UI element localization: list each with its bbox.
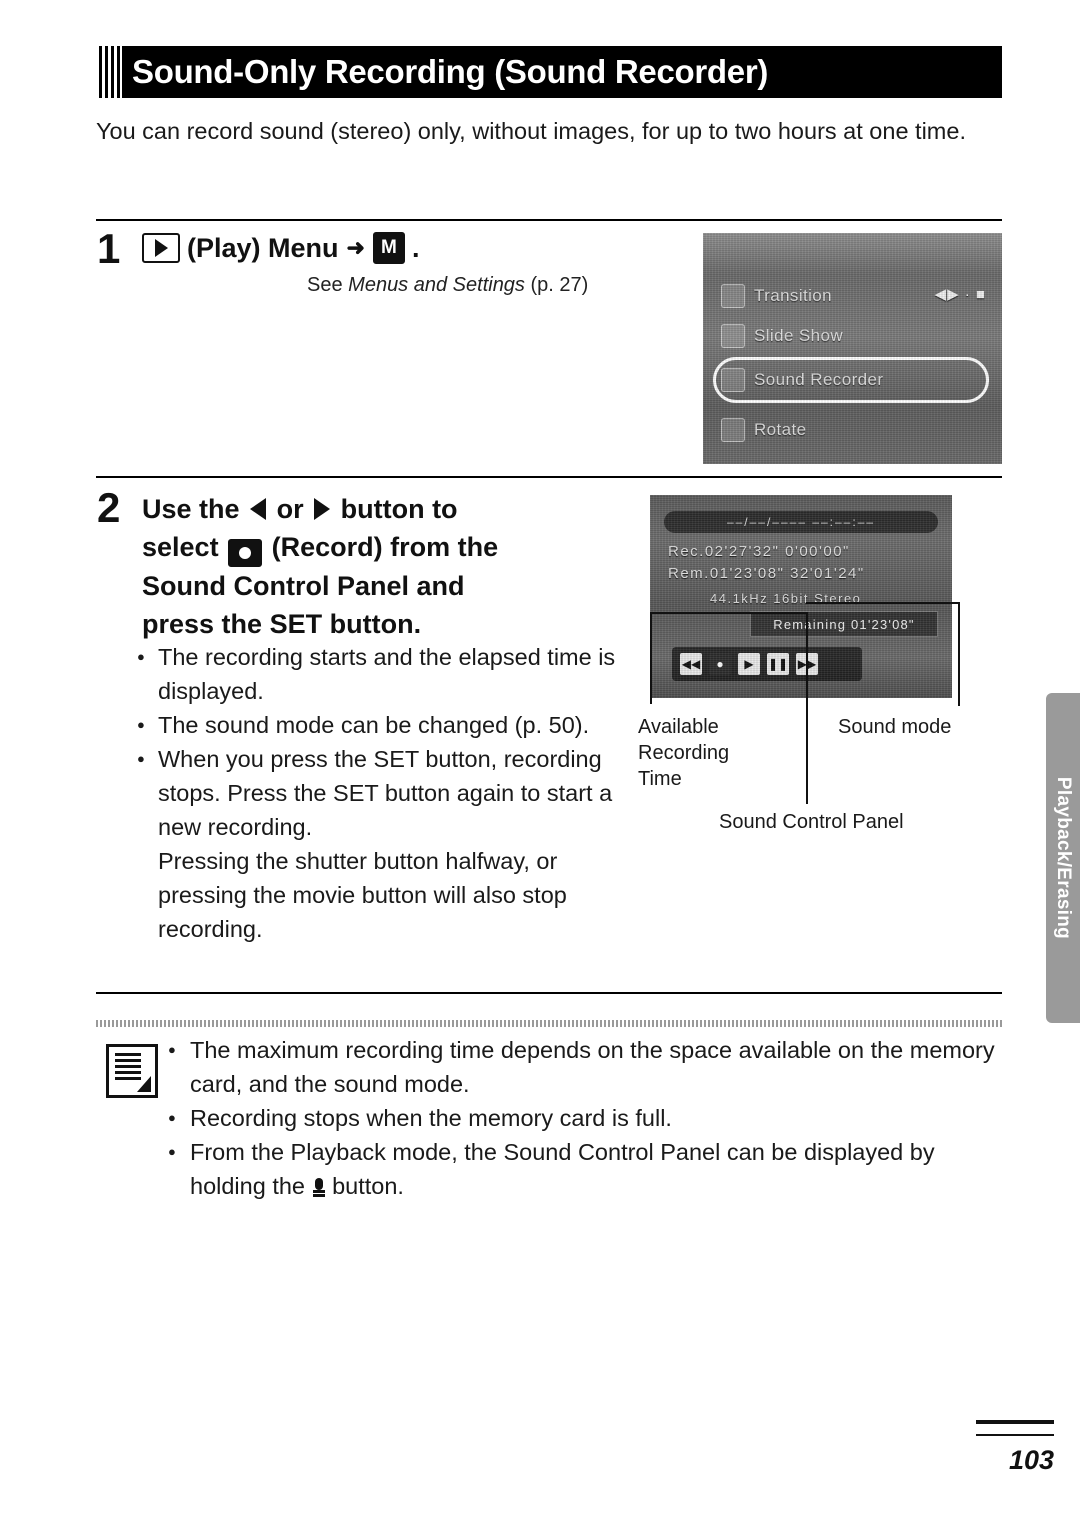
side-tab-label: Playback/Erasing bbox=[1053, 776, 1074, 940]
sound-control-panel-widget: ◀◀ ● ▶ ❚❚ ▶▶ bbox=[672, 647, 862, 681]
leader-line-sound-panel-horizontal bbox=[650, 612, 808, 614]
selection-highlight-ring bbox=[713, 357, 989, 403]
menu-icon: M bbox=[372, 232, 405, 264]
page-title-banner: Sound-Only Recording (Sound Recorder) bbox=[96, 46, 1002, 98]
note-item: Recording stops when the memory card is … bbox=[166, 1101, 1002, 1135]
previous-icon: ◀◀ bbox=[680, 653, 702, 675]
arrow-icon: ➜ bbox=[346, 235, 365, 260]
lcd-menu-row-label: Rotate bbox=[754, 420, 807, 439]
bullet-item: When you press the SET button, recording… bbox=[136, 742, 628, 844]
step-1-heading-period: . bbox=[411, 232, 420, 263]
leader-line-available-time bbox=[650, 612, 652, 704]
side-tab-playback-erasing: Playback/Erasing bbox=[1046, 693, 1080, 1023]
step-2-bullets: The recording starts and the elapsed tim… bbox=[136, 640, 628, 946]
lcd-menu-row: Rotate bbox=[721, 413, 807, 447]
hatched-divider bbox=[96, 1020, 1002, 1027]
step-2-line1-b: or bbox=[276, 494, 304, 524]
step-2-line2-a: select bbox=[142, 532, 219, 562]
notes-list: The maximum recording time depends on th… bbox=[166, 1033, 1002, 1203]
step-1-reference-suffix: (p. 27) bbox=[524, 274, 589, 296]
bullet-item: The sound mode can be changed (p. 50). bbox=[136, 708, 628, 742]
play-icon bbox=[142, 233, 180, 263]
step-1-heading: (Play) Menu ➜ M . bbox=[142, 232, 419, 264]
step-2-number: 2 bbox=[97, 484, 121, 531]
step-1-reference-prefix: See bbox=[307, 274, 349, 296]
step-2-line4-a: press the bbox=[142, 609, 263, 639]
lcd-recording-line-2: Rem.01'23'08" 32'01'24" bbox=[668, 565, 865, 582]
step-2-line4-b: SET bbox=[269, 609, 323, 639]
lcd-datetime-bar: ––/––/–––– ––:––:–– bbox=[664, 511, 938, 533]
lcd-menu-row: Transition bbox=[721, 279, 832, 313]
lcd-available-time-box: Remaining 01'23'08" bbox=[750, 611, 938, 637]
lcd-menu-screenshot: Transition ◀▶ · ■ Slide Show Sound Recor… bbox=[703, 233, 1002, 464]
play-icon: ▶ bbox=[738, 653, 760, 675]
page-number-rule-top bbox=[976, 1420, 1054, 1424]
rotate-icon bbox=[721, 418, 745, 442]
pause-icon: ❚❚ bbox=[767, 653, 789, 675]
lcd-sound-panel-screenshot: ––/––/–––– ––:––:–– Rec.02'27'32" 0'00'0… bbox=[650, 495, 952, 698]
slideshow-icon bbox=[721, 324, 745, 348]
lcd-recording-line-1: Rec.02'27'32" 0'00'00" bbox=[668, 543, 850, 560]
step-1-number: 1 bbox=[97, 225, 121, 272]
note-item-text-end: button. bbox=[332, 1173, 404, 1199]
page-number: 103 bbox=[1008, 1445, 1054, 1475]
record-icon: ● bbox=[709, 653, 731, 675]
microphone-icon bbox=[312, 1178, 326, 1198]
step-2-line3: Sound Control Panel and bbox=[142, 571, 465, 601]
note-item: From the Playback mode, the Sound Contro… bbox=[166, 1135, 1002, 1203]
callout-sound-mode: Sound mode bbox=[838, 716, 952, 738]
page-title: Sound-Only Recording (Sound Recorder) bbox=[132, 53, 769, 90]
lcd-menu-row: Slide Show bbox=[721, 319, 843, 353]
callout-sound-control-panel: Sound Control Panel bbox=[719, 811, 904, 833]
lcd-menu-row-label: Slide Show bbox=[754, 326, 844, 345]
hatch-pattern-decoration bbox=[96, 46, 122, 98]
step-2-heading: Use the or button to select (Record) fro… bbox=[142, 490, 622, 643]
leader-line-sound-panel bbox=[806, 612, 808, 804]
divider-top bbox=[96, 219, 1002, 221]
note-icon bbox=[106, 1044, 158, 1098]
record-icon bbox=[228, 539, 263, 567]
step-2-line1-c: button to bbox=[340, 494, 458, 524]
step-2-line1-a: Use the bbox=[142, 494, 240, 524]
note-item: The maximum recording time depends on th… bbox=[166, 1033, 1002, 1101]
leader-line-sound-mode bbox=[958, 602, 960, 706]
leader-line-sound-mode-horizontal bbox=[806, 602, 960, 604]
lcd-menu-row-label: Transition bbox=[754, 286, 833, 305]
transition-icon bbox=[721, 284, 745, 308]
step-2-line4-c: button. bbox=[329, 609, 422, 639]
divider-notes-top bbox=[96, 992, 1002, 994]
right-arrow-icon bbox=[314, 498, 331, 520]
lcd-menu-row-value: ◀▶ · ■ bbox=[934, 286, 986, 303]
bullet-item-continued: Pressing the shutter button halfway, or … bbox=[158, 848, 567, 942]
callout-available-recording-time: Available Recording Time bbox=[638, 716, 730, 790]
step-1-heading-text: (Play) Menu bbox=[187, 232, 339, 263]
intro-paragraph: You can record sound (stereo) only, with… bbox=[96, 118, 966, 144]
manual-page: Sound-Only Recording (Sound Recorder) Yo… bbox=[0, 0, 1080, 1529]
bullet-item: The recording starts and the elapsed tim… bbox=[136, 640, 628, 708]
note-item-text: From the Playback mode, the Sound Contro… bbox=[190, 1139, 935, 1199]
step-1-reference: See Menus and Settings (p. 27) bbox=[307, 274, 588, 297]
page-number-rule-bottom bbox=[976, 1434, 1054, 1436]
divider-middle bbox=[96, 476, 1002, 478]
step-2-line2-b: (Record) from the bbox=[271, 532, 499, 562]
step-1-reference-italic: Menus and Settings bbox=[348, 274, 525, 296]
left-arrow-icon bbox=[250, 498, 267, 520]
